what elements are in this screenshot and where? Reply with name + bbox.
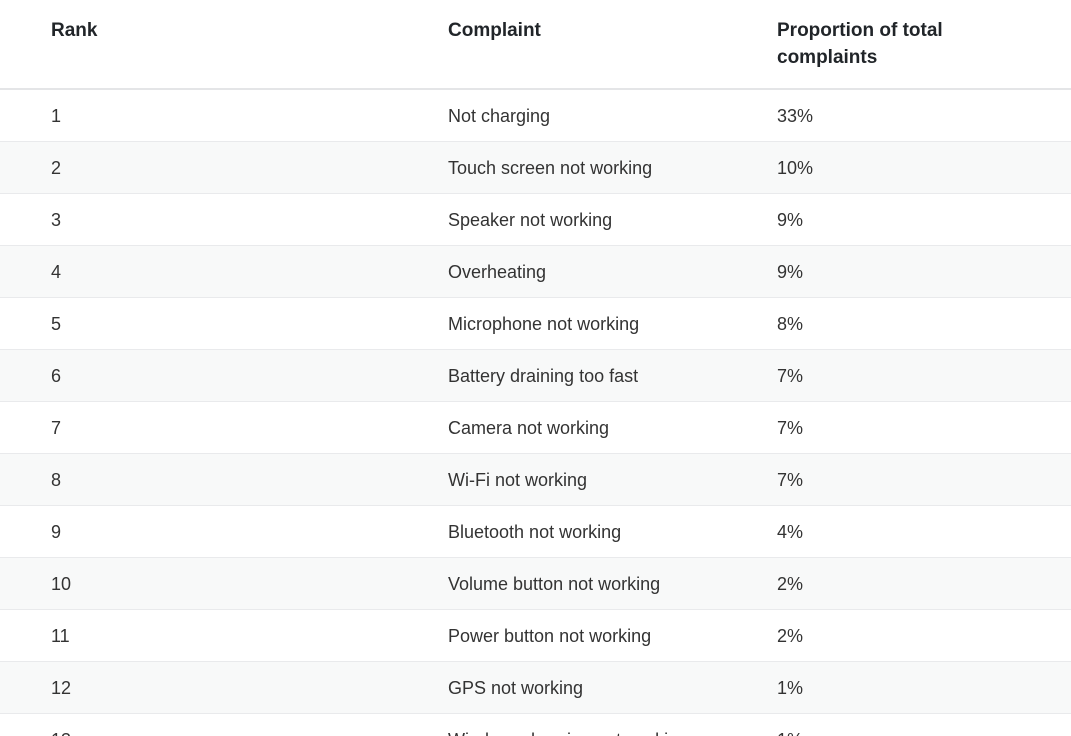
cell-proportion: 33%: [777, 89, 1071, 142]
table-row: 1 Not charging 33%: [0, 89, 1071, 142]
table-row: 9 Bluetooth not working 4%: [0, 506, 1071, 558]
column-header-rank: Rank: [0, 0, 448, 89]
cell-rank: 5: [0, 298, 448, 350]
cell-complaint: Power button not working: [448, 610, 777, 662]
cell-complaint: Touch screen not working: [448, 142, 777, 194]
complaints-table-container: Rank Complaint Proportion of total compl…: [0, 0, 1071, 736]
table-row: 4 Overheating 9%: [0, 246, 1071, 298]
column-header-complaint-label: Complaint: [448, 20, 541, 41]
table-row: 8 Wi-Fi not working 7%: [0, 454, 1071, 506]
table-row: 6 Battery draining too fast 7%: [0, 350, 1071, 402]
cell-complaint: Microphone not working: [448, 298, 777, 350]
cell-proportion: 1%: [777, 662, 1071, 714]
table-row: 12 GPS not working 1%: [0, 662, 1071, 714]
column-header-proportion-label-line2: complaints: [777, 47, 877, 68]
cell-complaint: Wireless charging not working: [448, 714, 777, 736]
table-body: 1 Not charging 33% 2 Touch screen not wo…: [0, 89, 1071, 736]
cell-rank: 6: [0, 350, 448, 402]
cell-proportion: 10%: [777, 142, 1071, 194]
table-row: 2 Touch screen not working 10%: [0, 142, 1071, 194]
cell-rank: 4: [0, 246, 448, 298]
cell-complaint: Wi-Fi not working: [448, 454, 777, 506]
table-row: 5 Microphone not working 8%: [0, 298, 1071, 350]
table-row: 11 Power button not working 2%: [0, 610, 1071, 662]
cell-rank: 10: [0, 558, 448, 610]
table-row: 13 Wireless charging not working 1%: [0, 714, 1071, 736]
column-header-complaint: Complaint: [448, 0, 777, 89]
cell-complaint: Camera not working: [448, 402, 777, 454]
table-row: 10 Volume button not working 2%: [0, 558, 1071, 610]
cell-proportion: 9%: [777, 246, 1071, 298]
cell-complaint: Battery draining too fast: [448, 350, 777, 402]
cell-rank: 8: [0, 454, 448, 506]
table-header-row: Rank Complaint Proportion of total compl…: [0, 0, 1071, 89]
cell-proportion: 7%: [777, 454, 1071, 506]
cell-complaint: Speaker not working: [448, 194, 777, 246]
cell-complaint: Bluetooth not working: [448, 506, 777, 558]
cell-proportion: 9%: [777, 194, 1071, 246]
cell-complaint: GPS not working: [448, 662, 777, 714]
cell-proportion: 1%: [777, 714, 1071, 736]
table-header: Rank Complaint Proportion of total compl…: [0, 0, 1071, 89]
cell-rank: 12: [0, 662, 448, 714]
cell-proportion: 4%: [777, 506, 1071, 558]
cell-rank: 9: [0, 506, 448, 558]
cell-proportion: 7%: [777, 350, 1071, 402]
table-row: 7 Camera not working 7%: [0, 402, 1071, 454]
cell-complaint: Volume button not working: [448, 558, 777, 610]
cell-proportion: 2%: [777, 610, 1071, 662]
cell-proportion: 8%: [777, 298, 1071, 350]
cell-rank: 2: [0, 142, 448, 194]
cell-proportion: 2%: [777, 558, 1071, 610]
cell-proportion: 7%: [777, 402, 1071, 454]
cell-rank: 1: [0, 89, 448, 142]
column-header-proportion: Proportion of total complaints: [777, 0, 1071, 89]
complaints-table: Rank Complaint Proportion of total compl…: [0, 0, 1071, 736]
table-row: 3 Speaker not working 9%: [0, 194, 1071, 246]
column-header-proportion-label-line1: Proportion of total: [777, 20, 943, 41]
cell-rank: 13: [0, 714, 448, 736]
cell-complaint: Not charging: [448, 89, 777, 142]
cell-rank: 3: [0, 194, 448, 246]
cell-rank: 7: [0, 402, 448, 454]
column-header-rank-label: Rank: [51, 20, 97, 41]
cell-complaint: Overheating: [448, 246, 777, 298]
cell-rank: 11: [0, 610, 448, 662]
